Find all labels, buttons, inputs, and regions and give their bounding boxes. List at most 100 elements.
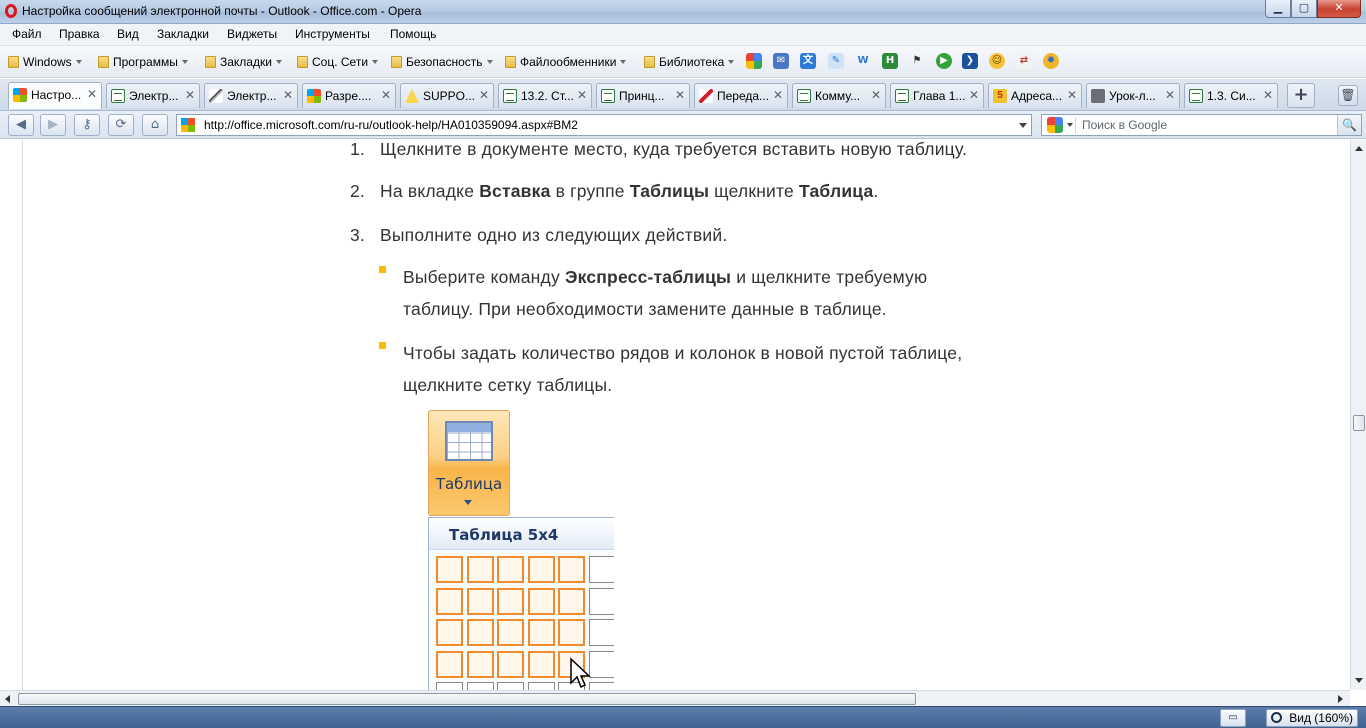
play-icon[interactable]: ▶ (936, 53, 952, 69)
close-icon[interactable]: ✕ (675, 88, 685, 102)
bookmark-folder-windows[interactable]: Windows (8, 55, 82, 69)
close-icon[interactable]: ✕ (871, 88, 881, 102)
tab-item[interactable]: Настро... ✕ (8, 82, 102, 109)
horizontal-scrollbar[interactable] (0, 690, 1350, 706)
address-field[interactable]: http://office.microsoft.com/ru-ru/outloo… (176, 114, 1032, 136)
menu-widgets[interactable]: Виджеты (227, 27, 277, 41)
h-icon[interactable]: H (882, 53, 898, 69)
scroll-left-arrow-icon[interactable] (5, 695, 10, 703)
zoom-icon (1271, 712, 1283, 723)
arrow-icon[interactable]: ❯ (962, 53, 978, 69)
folder-icon (297, 56, 308, 68)
tab-item[interactable]: SUPPO... ✕ (400, 83, 494, 108)
close-button[interactable]: ✕ (1317, 0, 1361, 18)
grid-cell (466, 587, 494, 615)
favicon-icon (307, 89, 321, 103)
tool-icon[interactable]: ⇄ (1016, 53, 1032, 69)
close-icon[interactable]: ✕ (87, 87, 97, 101)
search-icon[interactable]: 🔍 (1337, 115, 1361, 135)
folder-icon (8, 56, 19, 68)
minimize-button[interactable]: ▁ (1265, 0, 1291, 18)
close-icon[interactable]: ✕ (479, 88, 489, 102)
window-title: Настройка сообщений электронной почты - … (22, 4, 422, 18)
chevron-down-icon (75, 60, 82, 64)
bookmark-folder-social[interactable]: Соц. Сети (297, 55, 379, 69)
table-icon (445, 421, 493, 461)
close-icon[interactable]: ✕ (1263, 88, 1273, 102)
trash-icon[interactable]: 🗑 (1338, 85, 1358, 106)
close-icon[interactable]: ✕ (1067, 88, 1077, 102)
key-icon[interactable]: ⚷ (74, 114, 100, 136)
bookmark-folder-bookmarks[interactable]: Закладки (205, 55, 282, 69)
address-toolbar: ◀ ▶ ⚷ ⟳ ⌂ http://office.microsoft.com/ru… (0, 111, 1366, 139)
tab-item[interactable]: Электр... ✕ (204, 83, 298, 108)
url-text: http://office.microsoft.com/ru-ru/outloo… (204, 118, 578, 132)
grid-cell (466, 556, 494, 583)
grid-cell (558, 587, 585, 615)
bookmark-folder-programs[interactable]: Программы (98, 55, 188, 69)
menu-tools[interactable]: Инструменты (295, 27, 370, 41)
maximize-button[interactable]: ▢ (1291, 0, 1317, 18)
scroll-right-arrow-icon[interactable] (1338, 695, 1343, 703)
tab-item[interactable]: Принц... ✕ (596, 83, 690, 108)
bookmark-folder-security[interactable]: Безопасность (391, 55, 493, 69)
home-button[interactable]: ⌂ (142, 114, 168, 136)
scroll-thumb[interactable] (1353, 415, 1365, 431)
back-button[interactable]: ◀ (8, 114, 34, 136)
menu-edit[interactable]: Правка (59, 27, 100, 41)
bookmark-folder-filesharing[interactable]: Файлообменники (505, 55, 627, 69)
close-icon[interactable]: ✕ (381, 88, 391, 102)
close-icon[interactable]: ✕ (185, 88, 195, 102)
bookmark-folder-library[interactable]: Библиотека (644, 55, 735, 69)
tab-item[interactable]: 1.3. Си... ✕ (1184, 83, 1278, 108)
gear-icon[interactable]: ✹ (1043, 53, 1059, 69)
vertical-scrollbar[interactable] (1350, 140, 1366, 690)
translate-icon[interactable]: 文 (800, 53, 816, 69)
panel-toggle-button[interactable]: ▭ (1220, 709, 1246, 727)
flag-icon[interactable]: ⚑ (909, 53, 925, 69)
tab-item[interactable]: Комму... ✕ (792, 83, 886, 108)
grid-cell (436, 650, 463, 678)
status-bar: ▭ Вид (160%) (0, 706, 1366, 728)
chevron-down-icon (728, 60, 735, 64)
mail-icon[interactable]: ✉ (773, 53, 789, 69)
page-content: 1. Щелкните в документе место, куда треб… (0, 140, 1350, 690)
tab-item[interactable]: Глава 1... ✕ (890, 83, 984, 108)
search-engine-selector[interactable] (1044, 117, 1076, 133)
close-icon[interactable]: ✕ (577, 88, 587, 102)
forward-button[interactable]: ▶ (40, 114, 66, 136)
w-icon[interactable]: W (855, 53, 871, 69)
scroll-up-arrow-icon[interactable] (1355, 146, 1363, 151)
tab-item[interactable]: Урок-л... ✕ (1086, 83, 1180, 108)
grid-cell (527, 619, 555, 646)
favicon-icon (503, 89, 517, 103)
favicon-icon (1091, 89, 1105, 103)
close-icon[interactable]: ✕ (773, 88, 783, 102)
tab-item[interactable]: Электр... ✕ (106, 83, 200, 108)
search-input[interactable]: Поиск в Google 🔍 (1041, 114, 1362, 136)
menu-view[interactable]: Вид (117, 27, 139, 41)
chevron-down-icon (464, 500, 472, 505)
new-tab-button[interactable]: + (1287, 83, 1315, 108)
folder-icon (505, 56, 516, 68)
menu-bookmarks[interactable]: Закладки (157, 27, 209, 41)
close-icon[interactable]: ✕ (283, 88, 293, 102)
close-icon[interactable]: ✕ (1165, 88, 1175, 102)
grid-cell (466, 682, 494, 690)
reload-button[interactable]: ⟳ (108, 114, 134, 136)
pencil-icon[interactable]: ✎ (828, 53, 844, 69)
title-bar: Настройка сообщений электронной почты - … (0, 0, 1366, 24)
tab-item[interactable]: Переда... ✕ (694, 83, 788, 108)
scroll-thumb[interactable] (18, 693, 916, 705)
close-icon[interactable]: ✕ (969, 88, 979, 102)
tab-item[interactable]: Разре.... ✕ (302, 83, 396, 108)
smiley-icon[interactable]: ☺ (989, 53, 1005, 69)
zoom-control[interactable]: Вид (160%) (1266, 709, 1358, 727)
chevron-down-icon[interactable] (1019, 123, 1027, 128)
menu-help[interactable]: Помощь (390, 27, 436, 41)
google-icon[interactable] (746, 53, 762, 69)
tab-item[interactable]: 5 Адреса... ✕ (988, 83, 1082, 108)
tab-item[interactable]: 13.2. Ст... ✕ (498, 83, 592, 108)
menu-file[interactable]: Файл (12, 27, 42, 41)
scroll-down-arrow-icon[interactable] (1355, 678, 1363, 683)
